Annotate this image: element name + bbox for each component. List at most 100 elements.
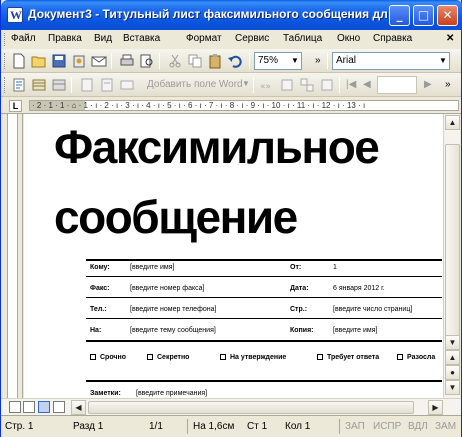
ruler-scale[interactable]: · 2 · 1 · 1 · ⌂ · 1 · ı · 2 · ı · 3 · ı …	[29, 100, 459, 111]
outline-view-icon[interactable]	[53, 401, 65, 413]
scroll-up-icon[interactable]: ▲	[445, 115, 460, 130]
document-page[interactable]: Факсимильное сообщение Кому: [введите им…	[24, 114, 443, 398]
status-rec[interactable]: ЗАП	[345, 421, 365, 432]
menu-grip[interactable]	[4, 33, 7, 46]
close-doc-icon[interactable]: ✕	[446, 33, 454, 44]
word-doc-icon[interactable]: W	[7, 7, 23, 23]
checkbox-reply[interactable]: Требует ответа	[317, 354, 379, 361]
menu-format[interactable]: Формат	[186, 33, 222, 44]
chevron-down-icon[interactable]: ▼	[437, 53, 449, 69]
toolbar-grip[interactable]	[4, 77, 7, 93]
toolbar-overflow[interactable]: »	[315, 55, 321, 66]
cut-icon[interactable]	[167, 53, 183, 69]
print-preview-icon[interactable]	[139, 53, 155, 69]
checkbox-for-review[interactable]: На утверждение	[220, 354, 286, 361]
view-merged-data-icon[interactable]: «»	[259, 77, 275, 93]
tab-selector[interactable]: L	[9, 100, 22, 112]
normal-view-icon[interactable]	[9, 401, 21, 413]
chevron-down-icon[interactable]: ▼	[289, 53, 301, 69]
record-number-input[interactable]	[377, 76, 417, 94]
toolbar-separator	[159, 53, 160, 69]
previous-page-icon[interactable]: ▲	[445, 350, 460, 365]
toolbar-separator	[249, 53, 250, 69]
checkbox-icon[interactable]	[147, 354, 153, 360]
open-data-source-icon[interactable]	[31, 77, 47, 93]
permission-icon[interactable]	[71, 53, 87, 69]
propagate-labels-icon[interactable]	[319, 77, 335, 93]
first-record-button[interactable]: |◀	[346, 79, 356, 90]
save-icon[interactable]	[51, 53, 67, 69]
horizontal-scroll-thumb[interactable]	[88, 401, 414, 414]
scroll-left-icon[interactable]: ◀	[71, 400, 86, 415]
menu-view[interactable]: Вид	[94, 33, 112, 44]
vertical-ruler[interactable]	[1, 114, 23, 398]
chevron-down-icon[interactable]: ▼	[242, 79, 250, 88]
menu-table[interactable]: Таблица	[283, 33, 322, 44]
browse-object-icon[interactable]: ●	[445, 365, 460, 380]
fax-heading-line1[interactable]: Факсимильное	[54, 120, 380, 174]
menu-help[interactable]: Справка	[373, 33, 412, 44]
maximize-button[interactable]: □	[413, 5, 434, 26]
next-page-icon[interactable]: ▼	[445, 380, 460, 395]
add-word-field-label[interactable]: Добавить поле Word	[147, 79, 243, 90]
field-value[interactable]: [введите номер телефона]	[130, 306, 216, 313]
field-value[interactable]: [введите номер факса]	[130, 285, 204, 292]
insert-merge-fields-icon[interactable]	[119, 77, 135, 93]
undo-icon[interactable]	[227, 53, 243, 69]
checkbox-distribute[interactable]: Разосла	[397, 354, 435, 361]
toolbar-overflow[interactable]: »	[445, 79, 451, 90]
field-value[interactable]: 1	[333, 264, 337, 271]
status-trk[interactable]: ИСПР	[373, 421, 401, 432]
checkbox-icon[interactable]	[90, 354, 96, 360]
print-icon[interactable]	[119, 53, 135, 69]
insert-address-block-icon[interactable]	[79, 77, 95, 93]
scroll-down-icon[interactable]: ▼	[445, 335, 460, 350]
main-document-icon[interactable]	[11, 77, 27, 93]
minimize-button[interactable]: _	[389, 5, 410, 26]
checkbox-icon[interactable]	[397, 354, 403, 360]
title-bar[interactable]: W Документ3 - Титульный лист факсимильно…	[1, 0, 462, 30]
field-value[interactable]: [введите имя]	[130, 264, 174, 271]
font-select[interactable]: Arial ▼	[332, 52, 450, 70]
vertical-scroll-thumb[interactable]	[445, 144, 460, 340]
zoom-select[interactable]: 75% ▼	[254, 52, 302, 70]
email-icon[interactable]	[91, 53, 107, 69]
field-value[interactable]: [введите число страниц]	[333, 306, 412, 313]
menu-window[interactable]: Окно	[337, 33, 360, 44]
recipients-icon[interactable]	[51, 77, 67, 93]
menu-edit[interactable]: Правка	[48, 33, 82, 44]
notes-value[interactable]: [введите примечания]	[136, 390, 207, 397]
field-value[interactable]: [введите тему сообщения]	[130, 327, 216, 334]
scroll-right-icon[interactable]: ▶	[428, 400, 443, 415]
toolbar-grip[interactable]	[4, 53, 7, 69]
field-value[interactable]: 6 января 2012 г.	[333, 285, 385, 292]
highlight-fields-icon[interactable]	[279, 77, 295, 93]
horizontal-scrollbar[interactable]: ◀ ▶	[1, 398, 461, 415]
paste-icon[interactable]	[207, 53, 223, 69]
checkbox-icon[interactable]	[317, 354, 323, 360]
copy-icon[interactable]	[187, 53, 203, 69]
open-folder-icon[interactable]	[31, 53, 47, 69]
status-ext[interactable]: ВДЛ	[408, 421, 428, 432]
toolbar-separator	[111, 53, 112, 69]
close-button[interactable]: ✕	[437, 5, 458, 26]
checkbox-confidential[interactable]: Секретно	[147, 354, 189, 361]
checkbox-label: Требует ответа	[327, 354, 380, 361]
match-fields-icon[interactable]	[299, 77, 315, 93]
next-record-button[interactable]: ▶	[424, 79, 432, 90]
vertical-scrollbar[interactable]: ▲ ▼ ▲ ● ▼	[443, 114, 460, 398]
web-layout-icon[interactable]	[23, 401, 35, 413]
insert-greeting-icon[interactable]	[99, 77, 115, 93]
checkbox-icon[interactable]	[220, 354, 226, 360]
prev-record-button[interactable]: ◀	[363, 79, 371, 90]
new-doc-icon[interactable]	[11, 53, 27, 69]
menu-tools[interactable]: Сервис	[235, 33, 269, 44]
menu-file[interactable]: Файл	[11, 33, 36, 44]
checkbox-urgent[interactable]: Срочно	[90, 354, 126, 361]
horizontal-ruler[interactable]: L · 2 · 1 · 1 · ⌂ · 1 · ı · 2 · ı · 3 · …	[1, 97, 461, 114]
field-value[interactable]: [введите имя]	[333, 327, 377, 334]
print-layout-icon[interactable]	[38, 401, 50, 413]
fax-heading-line2[interactable]: сообщение	[54, 190, 298, 244]
status-ovr[interactable]: ЗАМ	[435, 421, 456, 432]
menu-insert[interactable]: Вставка	[123, 33, 160, 44]
